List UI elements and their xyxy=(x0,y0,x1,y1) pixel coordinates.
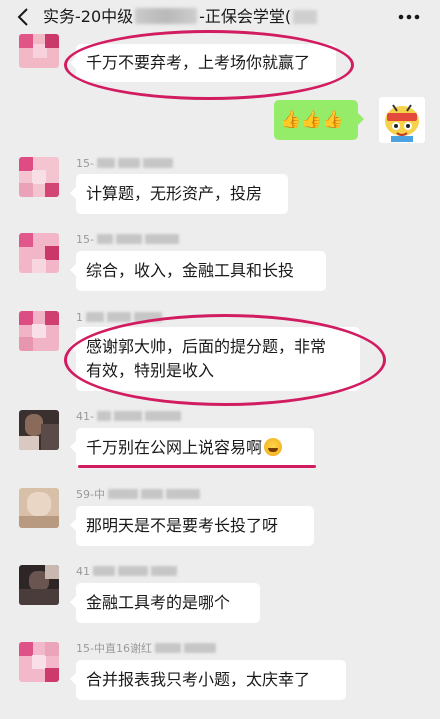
message-text: 综合，收入，金融工具和长投 xyxy=(86,261,295,280)
sender-name: 15- xyxy=(76,156,94,170)
sender-blur xyxy=(113,411,142,421)
message-text: 那明天是不是要考长投了呀 xyxy=(86,516,279,535)
sender-row: 15- xyxy=(76,155,173,171)
sender-blur xyxy=(151,566,177,576)
sender-blur xyxy=(117,158,140,168)
sender-name: 41 xyxy=(76,564,90,578)
sender-name: 15-中直16谢红 xyxy=(76,642,152,655)
message-bubble[interactable]: 计算题，无形资产，投房 xyxy=(70,174,288,214)
sender-blur xyxy=(96,234,113,244)
message-bubble[interactable]: 感谢郭大帅，后面的提分题，非常 有效，特别是收入 xyxy=(70,327,360,391)
avatar[interactable] xyxy=(19,311,59,351)
title-blur-end xyxy=(293,10,318,24)
sender-name: 41- xyxy=(76,409,94,423)
message-bubble[interactable]: 合并报表我只考小题，太庆幸了 xyxy=(70,660,346,700)
thumbs-up-icon: 👍👍👍 xyxy=(280,110,344,130)
sender-blur xyxy=(96,158,115,168)
chat-screen: 实务-20中级 -正保会学堂( 千万不要弃考，上考场你就赢了 👍👍👍 15- 计… xyxy=(0,0,440,719)
avatar[interactable] xyxy=(19,488,59,528)
sender-blur xyxy=(134,312,162,322)
sender-name: 15- xyxy=(76,232,94,246)
message-text: 千万别在公网上说容易啊 xyxy=(86,438,263,457)
sender-row: 1 xyxy=(76,309,162,325)
message-bubble[interactable]: 千万别在公网上说容易啊 xyxy=(70,428,314,468)
chat-title: 实务-20中级 -正保会学堂( xyxy=(43,6,318,28)
sender-blur xyxy=(107,312,131,322)
sender-row: 15- xyxy=(76,231,179,247)
avatar[interactable] xyxy=(19,642,59,682)
sender-blur xyxy=(183,643,216,653)
message-bubble[interactable]: 金融工具考的是哪个 xyxy=(70,583,260,623)
sender-blur xyxy=(154,643,181,653)
highlight-underline xyxy=(78,465,316,468)
sender-blur xyxy=(96,411,111,421)
sender-row: 15-中直16谢红 xyxy=(76,640,216,656)
chat-title-prefix: 实务-20中级 xyxy=(43,7,134,26)
message-text: 千万不要弃考，上考场你就赢了 xyxy=(86,53,311,72)
more-options-icon[interactable] xyxy=(396,6,422,28)
chat-title-suffix: -正保会学堂( xyxy=(199,7,292,26)
back-arrow-icon[interactable] xyxy=(12,6,34,28)
message-bubble[interactable]: 那明天是不是要考长投了呀 xyxy=(70,506,314,546)
chat-header: 实务-20中级 -正保会学堂( xyxy=(0,0,440,34)
message-text: 金融工具考的是哪个 xyxy=(86,593,231,612)
sender-name: 1 xyxy=(76,310,83,324)
sender-blur xyxy=(142,158,173,168)
message-bubble[interactable]: 千万不要弃考，上考场你就赢了 xyxy=(70,44,336,82)
self-avatar[interactable] xyxy=(379,97,425,143)
avatar[interactable] xyxy=(19,34,59,68)
sender-row: 59-中 xyxy=(76,486,200,502)
sender-blur xyxy=(140,489,163,499)
sender-blur xyxy=(165,489,200,499)
avatar[interactable] xyxy=(19,565,59,605)
avatar[interactable] xyxy=(19,157,59,197)
avatar[interactable] xyxy=(19,410,59,450)
sender-blur xyxy=(107,489,138,499)
sender-row: 41 xyxy=(76,563,177,579)
sender-blur xyxy=(93,566,115,576)
title-blur xyxy=(135,8,198,24)
message-text-line: 感谢郭大帅，后面的提分题，非常 xyxy=(86,337,327,356)
sender-blur xyxy=(144,234,179,244)
message-bubble[interactable]: 综合，收入，金融工具和长投 xyxy=(70,251,326,291)
message-text: 合并报表我只考小题，太庆幸了 xyxy=(86,670,311,689)
sender-name: 59-中 xyxy=(76,488,105,501)
self-message-bubble[interactable]: 👍👍👍 xyxy=(274,100,364,140)
sender-row: 41- xyxy=(76,408,181,424)
sender-blur xyxy=(115,234,142,244)
sender-blur xyxy=(86,312,104,322)
avatar[interactable] xyxy=(19,233,59,273)
sender-blur xyxy=(144,411,181,421)
laughing-emoji-icon xyxy=(264,438,283,456)
message-text: 计算题，无形资产，投房 xyxy=(86,184,263,203)
sender-blur xyxy=(118,566,148,576)
message-text-line: 有效，特别是收入 xyxy=(86,361,215,380)
